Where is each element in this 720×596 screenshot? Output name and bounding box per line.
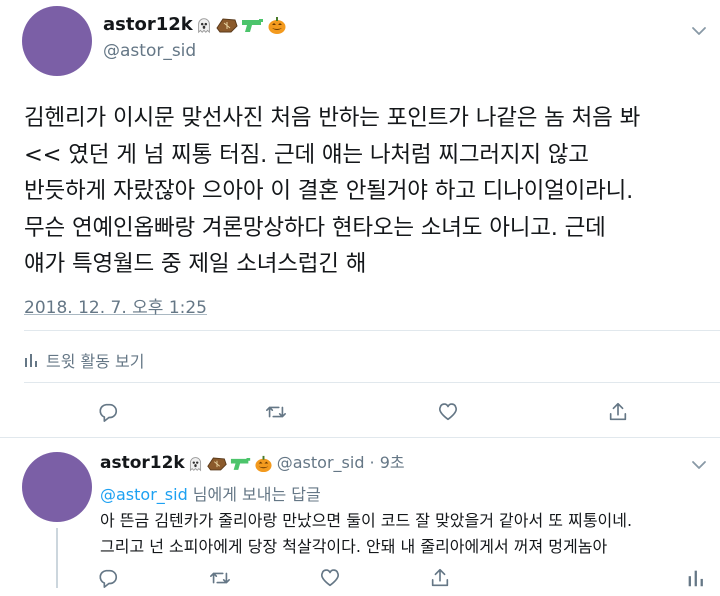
water-pistol-emoji [230,457,250,470]
reply-text-line: 아 뜬금 김텐카가 줄리아랑 만났으면 둘이 코드 잘 맞았을거 같아서 또 찌… [100,511,633,530]
coffin-emoji [207,457,227,470]
reply-display-name[interactable]: astor12k [100,453,185,473]
share-icon [609,402,627,421]
tweet-activity-link[interactable]: 트윗 활동 보기 [24,348,145,372]
ghost-emoji [189,456,201,471]
reply-avatar[interactable] [22,452,92,522]
share-icon [431,568,449,587]
thread-line [56,528,58,588]
analytics-icon [688,570,703,587]
divider [24,382,720,383]
chevron-down-icon[interactable] [690,22,708,40]
reply-button[interactable] [96,400,120,424]
reply-handle-time[interactable]: @astor_sid · 9초 [277,453,405,472]
chevron-down-icon[interactable] [690,456,708,474]
share-button[interactable] [428,566,452,590]
divider [0,437,720,438]
like-button[interactable] [436,400,460,424]
reply-icon [99,569,118,588]
share-button[interactable] [606,400,630,424]
divider [24,330,720,331]
heart-icon [320,569,340,587]
like-button[interactable] [318,566,342,590]
coffin-emoji [216,18,238,33]
replying-suffix: 님에게 보내는 답글 [187,485,321,504]
name-emojis [195,15,287,35]
replying-to: @astor_sid 님에게 보내는 답글 [100,481,321,505]
name-emojis [187,454,273,473]
tweet-text-line: 무슨 연예인옵빠랑 겨론망상하다 현타오는 소녀도 아니고. 근데 [24,214,606,241]
reply-text-line: 그리고 넌 소피아에게 당장 척살각이다. 안돼 내 줄리아에게서 꺼져 멍게놈… [100,537,608,556]
activity-label: 트윗 활동 보기 [46,352,145,371]
jack-o-lantern-emoji [268,17,286,34]
heart-icon [438,403,458,421]
reply-button[interactable] [96,566,120,590]
analytics-icon [25,354,37,367]
reply-text: 아 뜬금 김텐카가 줄리아랑 만났으면 둘이 코드 잘 맞았을거 같아서 또 찌… [100,508,710,560]
display-name[interactable]: astor12k [103,14,287,35]
retweet-button[interactable] [264,400,288,424]
retweet-button[interactable] [208,566,232,590]
retweet-icon [210,572,230,584]
retweet-icon [266,406,286,418]
reply-icon [99,403,118,422]
reply-header: astor12k @astor_sid · 9초 [100,449,405,473]
tweet-text-line: << 였던 게 넘 찌통 터짐. 근데 얘는 나처럼 찌그러지지 않고 [24,141,589,168]
tweet-text-line: 반듯하게 자랐잖아 으아아 이 결혼 안될거야 하고 디나이얼이라니. [24,178,634,204]
jack-o-lantern-emoji [255,455,272,472]
tweet-text-line: 김헨리가 이시문 맞선사진 처음 반하는 포인트가 나같은 놈 처음 봐 [24,105,641,131]
timestamp[interactable]: 2018. 12. 7. 오후 1:25 [24,293,207,318]
ghost-emoji [197,18,210,34]
handle[interactable]: @astor_sid [103,41,196,61]
tweet-text-line: 얘가 특영월드 중 제일 소녀스럽긴 해 [24,251,367,277]
tweet-text: 김헨리가 이시문 맞선사진 처음 반하는 포인트가 나같은 놈 처음 봐 << … [24,100,714,283]
reply-mention-link[interactable]: @astor_sid [100,485,188,504]
avatar[interactable] [22,6,92,76]
water-pistol-emoji [241,19,263,32]
analytics-button[interactable] [684,566,708,590]
